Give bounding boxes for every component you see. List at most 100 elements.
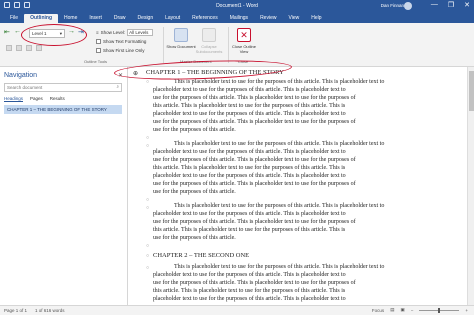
navigation-tabs: Headings Pages Results bbox=[4, 96, 65, 102]
paragraph-line[interactable]: placeholder text to use for the purposes… bbox=[153, 272, 346, 278]
tab-draw[interactable]: Draw bbox=[108, 14, 132, 23]
show-text-formatting-checkbox[interactable]: Show Text Formatting bbox=[96, 39, 146, 44]
tab-help[interactable]: Help bbox=[305, 14, 327, 23]
tab-pages[interactable]: Pages bbox=[30, 96, 43, 102]
checkbox-icon bbox=[96, 39, 101, 44]
user-name[interactable]: Dan Finnan bbox=[381, 3, 404, 8]
navigation-title: Navigation bbox=[4, 72, 38, 79]
paragraph-line[interactable]: use for the purposes of this article. Th… bbox=[153, 181, 356, 187]
tab-references[interactable]: References bbox=[186, 14, 224, 23]
collapse-subdocuments-button[interactable]: Collapse Subdocuments bbox=[194, 28, 224, 54]
tab-headings[interactable]: Headings bbox=[4, 96, 24, 102]
page-count[interactable]: Page 1 of 1 bbox=[4, 308, 27, 313]
show-first-line-only-checkbox[interactable]: Show First Line Only bbox=[96, 48, 145, 53]
collapse-icon[interactable] bbox=[36, 45, 42, 51]
tab-view[interactable]: View bbox=[282, 14, 305, 23]
body-text-bullet[interactable]: ○ bbox=[146, 143, 149, 149]
word-count[interactable]: 1 of 616 words bbox=[35, 308, 65, 313]
read-mode-icon[interactable]: ▤ bbox=[390, 307, 394, 313]
body-text-bullet[interactable]: ○ bbox=[146, 243, 149, 249]
show-document-label: Show Document bbox=[166, 44, 196, 49]
navigation-heading-item[interactable]: CHAPTER 1 – THE BEGINNING OF THE STORY bbox=[4, 105, 122, 114]
show-document-button[interactable]: Show Document bbox=[166, 28, 196, 49]
tab-design[interactable]: Design bbox=[132, 14, 160, 23]
paragraph-line[interactable]: placeholder text to use for the purposes… bbox=[153, 87, 346, 93]
zoom-in-icon[interactable]: + bbox=[465, 308, 468, 313]
zoom-slider[interactable] bbox=[419, 307, 460, 313]
close-outline-view-label: Close Outline View bbox=[231, 44, 256, 54]
paragraph-line[interactable]: this article. This is placeholder text t… bbox=[153, 103, 345, 109]
tab-insert[interactable]: Insert bbox=[83, 14, 108, 23]
zoom-out-icon[interactable]: − bbox=[411, 308, 414, 313]
close-icon: ✕ bbox=[237, 28, 251, 42]
paragraph-line[interactable]: use for the purposes of this article. bbox=[153, 127, 236, 133]
tab-outlining[interactable]: Outlining bbox=[24, 14, 59, 23]
annotation-ellipse-level bbox=[21, 24, 87, 46]
ribbon-tabs: File Outlining Home Insert Draw Design L… bbox=[0, 12, 474, 23]
paragraph-line[interactable]: placeholder text to use for the purposes… bbox=[153, 211, 346, 217]
tab-review[interactable]: Review bbox=[254, 14, 282, 23]
paragraph-line[interactable]: placeholder text to use for the purposes… bbox=[153, 296, 346, 302]
tab-home[interactable]: Home bbox=[58, 14, 83, 23]
paragraph-line[interactable]: placeholder text to use for the purposes… bbox=[153, 173, 346, 179]
paragraph-line[interactable]: This is placeholder text to use for the … bbox=[174, 264, 384, 270]
document-area[interactable]: ⊕ CHAPTER 1 – THE BEGINNING OF THE STORY… bbox=[128, 67, 467, 305]
paragraph-line[interactable]: placeholder text to use for the purposes… bbox=[153, 111, 346, 117]
paragraph-line[interactable]: this article. This is placeholder text t… bbox=[153, 288, 345, 294]
body-text-bullet[interactable]: ○ bbox=[146, 197, 149, 203]
show-level-icon: ≡ bbox=[96, 30, 99, 35]
outline-bullet[interactable]: ○ bbox=[146, 253, 149, 259]
body-text-bullet[interactable]: ○ bbox=[146, 205, 149, 211]
move-down-icon[interactable] bbox=[16, 45, 22, 51]
paragraph-line[interactable]: use for the purposes of this article. Th… bbox=[153, 157, 356, 163]
search-placeholder: Search document bbox=[7, 85, 43, 90]
body-text-bullet[interactable]: ○ bbox=[146, 265, 149, 271]
paragraph-line[interactable]: This is placeholder text to use for the … bbox=[174, 141, 384, 147]
paragraph-line[interactable]: use for the purposes of this article. Th… bbox=[153, 95, 356, 101]
tab-mailings[interactable]: Mailings bbox=[224, 14, 254, 23]
avatar[interactable] bbox=[404, 2, 412, 10]
show-first-line-only-label: Show First Line Only bbox=[103, 48, 145, 53]
paragraph-line[interactable]: use for the purposes of this article. bbox=[153, 235, 236, 241]
collapse-subdocuments-label: Collapse Subdocuments bbox=[195, 44, 223, 54]
chapter-2-heading[interactable]: CHAPTER 2 – THE SECOND ONE bbox=[153, 252, 249, 259]
show-text-formatting-label: Show Text Formatting bbox=[103, 39, 147, 44]
search-input[interactable]: Search document ⌕ bbox=[4, 83, 122, 92]
outline-tools-group-label: Outline Tools bbox=[84, 59, 108, 64]
paragraph-line[interactable]: use for the purposes of this article. bbox=[153, 189, 236, 195]
paragraph-line[interactable]: This is placeholder text to use for the … bbox=[174, 79, 384, 85]
paragraph-line[interactable]: use for the purposes of this article. Th… bbox=[153, 119, 356, 125]
paragraph-line[interactable]: this article. This is placeholder text t… bbox=[153, 227, 345, 233]
move-up-icon[interactable] bbox=[6, 45, 12, 51]
paragraph-line[interactable]: This is placeholder text to use for the … bbox=[174, 203, 384, 209]
checkbox-icon bbox=[96, 48, 101, 53]
restore-button[interactable]: ❐ bbox=[448, 1, 454, 9]
window-controls: — ❐ ✕ bbox=[431, 1, 470, 9]
body-text-bullet[interactable]: ○ bbox=[146, 135, 149, 141]
paragraph-line[interactable]: use for the purposes of this article. Th… bbox=[153, 219, 356, 225]
title-bar: Document1 - Word Dan Finnan — ❐ ✕ bbox=[0, 0, 474, 12]
promote-icon[interactable]: ← bbox=[14, 28, 21, 35]
tab-results[interactable]: Results bbox=[50, 96, 65, 102]
scrollbar-thumb[interactable] bbox=[469, 71, 474, 111]
expand-icon[interactable] bbox=[26, 45, 32, 51]
paragraph-line[interactable]: this article. This is placeholder text t… bbox=[153, 165, 345, 171]
show-level-control: ≡ Show Level: All Levels bbox=[96, 29, 154, 36]
paragraph-line[interactable]: use for the purposes of this article. Th… bbox=[153, 280, 356, 286]
show-level-dropdown[interactable]: All Levels bbox=[127, 29, 154, 36]
show-level-label: Show Level: bbox=[100, 30, 126, 35]
vertical-scrollbar[interactable] bbox=[467, 67, 474, 305]
close-window-button[interactable]: ✕ bbox=[464, 1, 470, 9]
body-text-bullet[interactable]: ○ bbox=[146, 79, 149, 85]
ribbon-divider bbox=[163, 27, 164, 63]
minimize-button[interactable]: — bbox=[431, 1, 438, 9]
focus-button[interactable]: Focus bbox=[372, 308, 384, 313]
collapse-subdocuments-icon bbox=[202, 28, 216, 42]
search-icon[interactable]: ⌕ bbox=[116, 84, 119, 89]
print-layout-icon[interactable]: ▣ bbox=[400, 307, 404, 313]
close-outline-view-button[interactable]: ✕ Close Outline View bbox=[229, 28, 259, 54]
tab-layout[interactable]: Layout bbox=[159, 14, 186, 23]
tab-file[interactable]: File bbox=[4, 14, 24, 23]
promote-to-heading-1-icon[interactable]: ⇤ bbox=[4, 28, 10, 36]
paragraph-line[interactable]: placeholder text to use for the purposes… bbox=[153, 149, 346, 155]
